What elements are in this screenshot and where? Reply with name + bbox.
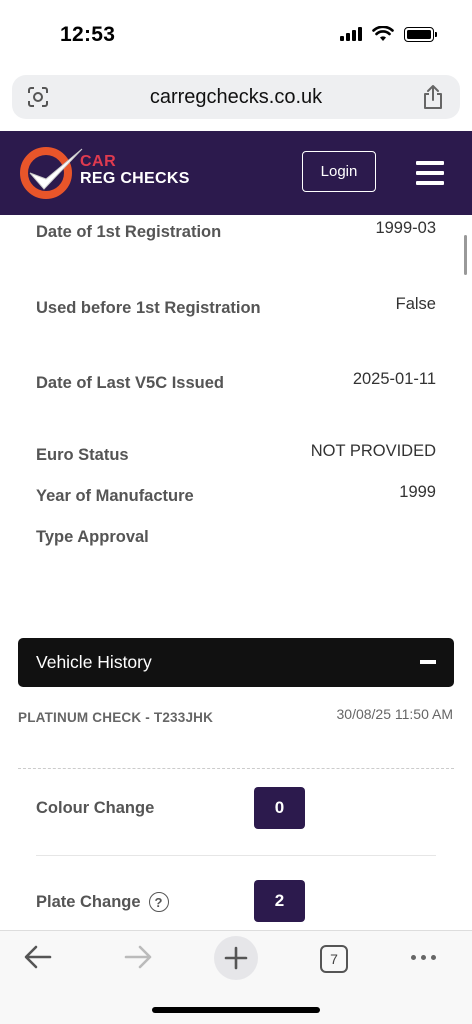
count-badge[interactable]: 0 [254,787,305,829]
row-divider [36,855,436,856]
site-header: CAR REG CHECKS Login [0,131,472,215]
detail-label: Euro Status [36,446,129,464]
dashed-divider [18,768,454,769]
hamburger-menu-icon[interactable] [416,161,444,185]
new-tab-plus-icon[interactable] [214,936,258,980]
detail-label: Date of Last V5C Issued [36,374,224,392]
share-icon[interactable] [422,84,444,110]
detail-value: 2025-01-11 [352,370,436,388]
collapse-minus-icon[interactable] [420,660,436,664]
logo-check-icon[interactable] [18,143,86,201]
history-row-colour-change: Colour Change 0 [36,787,436,831]
logo-text-car: CAR [80,153,117,170]
scrollbar[interactable] [464,235,467,275]
home-indicator [152,1007,320,1013]
count-badge[interactable]: 2 [254,880,305,922]
detail-value: False [395,295,436,313]
vehicle-history-title: Vehicle History [36,652,152,672]
history-label-text: Plate Change [36,892,141,911]
tabs-icon[interactable]: 7 [320,945,348,973]
help-question-icon[interactable]: ? [148,892,169,912]
detail-label: Used before 1st Registration [36,299,261,317]
forward-arrow-icon[interactable] [122,943,154,971]
detail-value: 1999 [399,483,436,501]
detail-value: 1999-03 [375,219,436,237]
wifi-icon [372,26,394,41]
detail-row: Date of Last V5C Issued 2025-01-11 [36,366,436,401]
detail-row: Date of 1st Registration 1999-03 [36,215,436,250]
detail-value: NOT PROVIDED [310,442,436,460]
detail-label: Date of 1st Registration [36,223,222,241]
status-icons [340,26,437,42]
status-bar: 12:53 [0,0,472,64]
history-label: Colour Change [36,799,154,818]
signal-icon [340,27,362,41]
battery-icon [404,26,437,42]
detail-label: Type Approval [36,528,149,546]
vehicle-history-header[interactable]: Vehicle History [18,638,454,687]
back-arrow-icon[interactable] [22,943,54,971]
detail-row: Type Approval [36,520,436,555]
detail-row: Euro Status NOT PROVIDED [36,438,436,473]
more-icon[interactable] [411,955,436,960]
history-row-plate-change: Plate Change ? 2 [36,880,436,924]
url-text[interactable]: carregchecks.co.uk [12,86,460,109]
check-name: PLATINUM CHECK - T233JHK [18,710,214,725]
detail-row: Used before 1st Registration False [36,291,436,326]
detail-row: Year of Manufacture 1999 [36,479,436,514]
logo-text-reg-checks: REG CHECKS [80,170,190,187]
history-label: Plate Change ? [36,892,169,912]
status-time: 12:53 [60,23,116,46]
detail-label: Year of Manufacture [36,487,194,505]
address-bar[interactable]: carregchecks.co.uk [12,75,460,119]
login-button[interactable]: Login [302,151,376,192]
check-date: 30/08/25 11:50 AM [336,706,454,722]
history-label-text: Colour Change [36,799,155,817]
